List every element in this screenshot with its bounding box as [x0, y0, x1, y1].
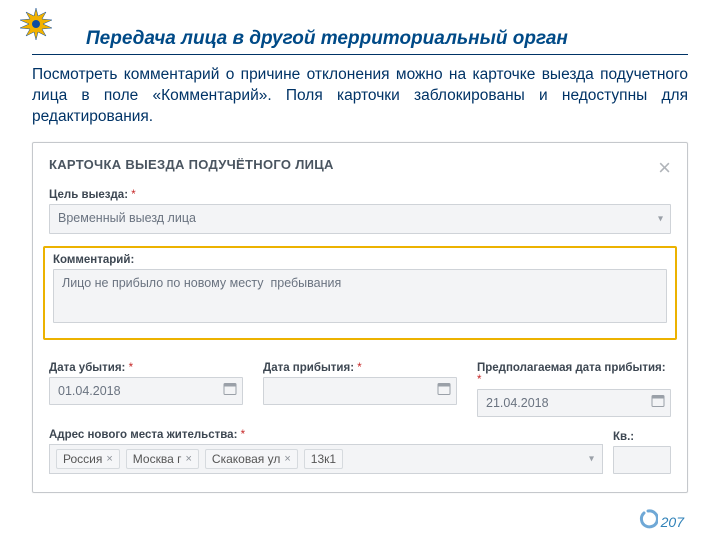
- tag-remove-icon[interactable]: ×: [284, 453, 290, 465]
- page-title: Передача лица в другой территориальный о…: [86, 28, 688, 50]
- comment-highlight: Комментарий:: [43, 246, 677, 340]
- expected-date-input[interactable]: [477, 389, 671, 417]
- address-tag: Скаковая ул×: [205, 449, 298, 469]
- purpose-label: Цель выезда:: [49, 189, 671, 201]
- purpose-select[interactable]: Временный выезд лица: [49, 204, 671, 234]
- card-title: КАРТОЧКА ВЫЕЗДА ПОДУЧЁТНОГО ЛИЦА: [49, 157, 334, 172]
- title-rule: [32, 54, 688, 55]
- calendar-icon: [437, 381, 451, 400]
- arrival-date-input[interactable]: [263, 377, 457, 405]
- comment-label: Комментарий:: [53, 254, 667, 266]
- chevron-down-icon: ▾: [589, 453, 594, 464]
- body-text: Посмотреть комментарий о причине отклоне…: [32, 65, 688, 128]
- address-tag: 13к1: [304, 449, 343, 469]
- tag-remove-icon[interactable]: ×: [185, 453, 191, 465]
- departure-date-label: Дата убытия:: [49, 362, 243, 374]
- comment-textarea[interactable]: [53, 269, 667, 323]
- tag-remove-icon[interactable]: ×: [106, 453, 112, 465]
- arrival-date-label: Дата прибытия:: [263, 362, 457, 374]
- departure-date-input[interactable]: [49, 377, 243, 405]
- address-field[interactable]: Россия× Москва г× Скаковая ул× 13к1 ▾: [49, 444, 603, 474]
- address-label: Адрес нового места жительства:: [49, 429, 603, 441]
- kv-input[interactable]: [613, 446, 671, 474]
- address-tag: Россия×: [56, 449, 120, 469]
- calendar-icon: [223, 381, 237, 400]
- swirl-icon: [638, 509, 658, 534]
- emblem-icon: [18, 6, 54, 47]
- close-icon[interactable]: ×: [658, 157, 671, 179]
- departure-card: КАРТОЧКА ВЫЕЗДА ПОДУЧЁТНОГО ЛИЦА × Цель …: [32, 142, 688, 493]
- calendar-icon: [651, 393, 665, 412]
- address-tag: Москва г×: [126, 449, 199, 469]
- expected-date-label: Предполагаемая дата прибытия:: [477, 362, 671, 386]
- kv-label: Кв.:: [613, 431, 671, 443]
- page-number: 207: [661, 514, 684, 530]
